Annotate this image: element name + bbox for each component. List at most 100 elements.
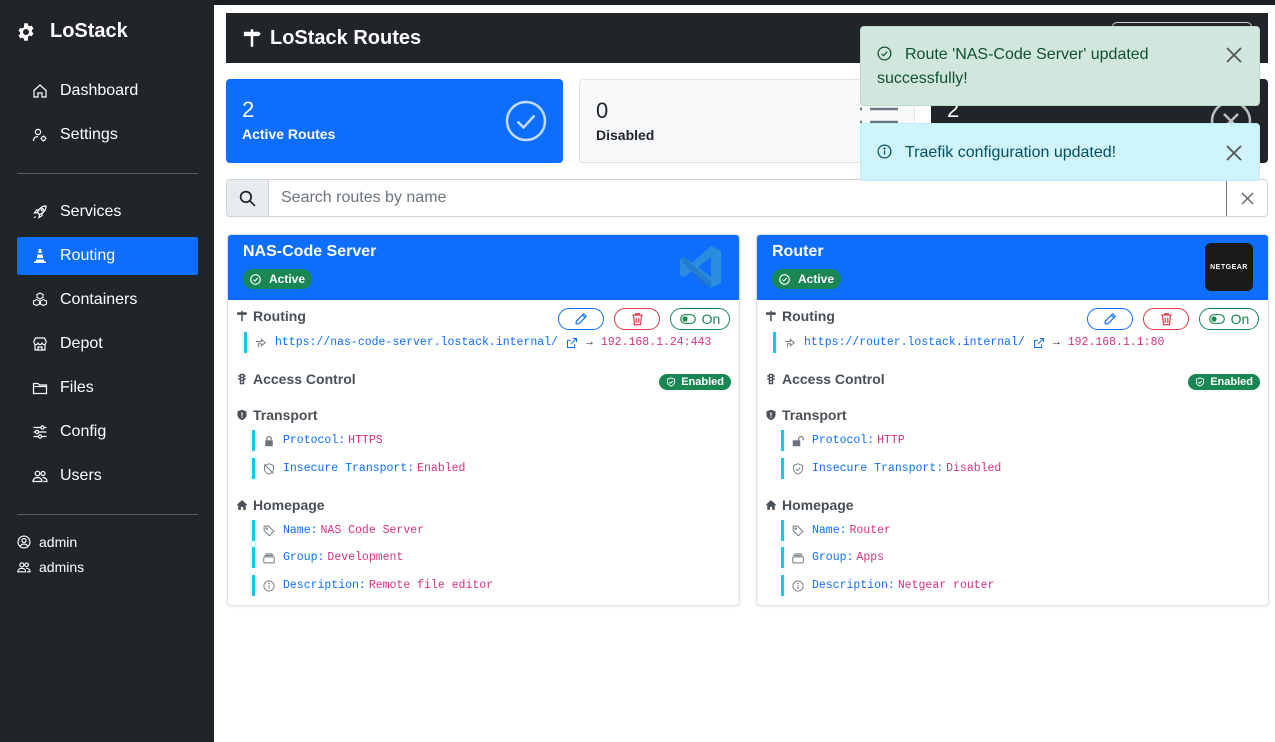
toggle-on-icon — [1208, 314, 1225, 324]
check-circle-icon — [877, 46, 892, 61]
current-user[interactable]: admin — [17, 534, 77, 550]
shield-check-icon — [1196, 377, 1205, 387]
toast-message: Traefik configuration updated! — [905, 144, 1117, 161]
signpost-icon — [766, 310, 777, 322]
users-icon — [17, 562, 31, 573]
signpost-icon — [243, 29, 261, 47]
sidebar-item-label: Routing — [60, 247, 116, 264]
page-title: LoStack Routes — [270, 26, 422, 49]
delete-route-button[interactable] — [614, 308, 660, 330]
app-name: LoStack — [50, 20, 128, 42]
stat-label: Disabled — [596, 127, 655, 143]
route-url[interactable]: https://router.lostack.internal/ — [804, 336, 1025, 349]
transport-insecure: Insecure Transport: Disabled — [781, 458, 1001, 479]
signpost-icon — [237, 310, 248, 322]
sidebar-item-settings[interactable]: Settings — [17, 116, 198, 154]
clear-search-button[interactable] — [1226, 180, 1267, 216]
trash-icon — [1160, 313, 1172, 326]
sidebar-item-label: Users — [60, 467, 102, 484]
close-icon — [1240, 191, 1254, 205]
info-circle-icon — [792, 579, 804, 592]
stat-count: 0 — [596, 98, 609, 123]
access-control-badge: Enabled — [659, 374, 731, 390]
route-card-header: Router Active NETGEAR — [757, 235, 1268, 300]
home-icon — [33, 84, 47, 98]
sidebar-item-depot[interactable]: Depot — [17, 325, 198, 363]
traffic-light-icon — [238, 373, 246, 385]
brand[interactable]: LoStack — [16, 20, 128, 43]
external-link-icon[interactable] — [1033, 337, 1045, 349]
protocol-value: HTTP — [877, 434, 905, 447]
house-icon — [236, 500, 248, 510]
traffic-light-icon — [767, 373, 775, 385]
transport-section-title: Transport — [765, 407, 847, 423]
sidebar-item-label: Dashboard — [60, 82, 139, 99]
check-circle-icon — [779, 273, 790, 285]
gear-icon — [18, 22, 34, 41]
shield-slash-icon — [264, 462, 274, 475]
search-icon — [227, 180, 269, 216]
info-circle-icon — [263, 579, 275, 592]
edit-route-button[interactable] — [1087, 308, 1133, 330]
homepage-group-value: Apps — [856, 551, 885, 564]
shield-check-icon — [667, 377, 676, 387]
close-icon[interactable] — [1225, 46, 1243, 64]
collection-icon — [263, 552, 275, 563]
sign-turn-right-icon — [785, 337, 795, 347]
current-group[interactable]: admins — [17, 559, 84, 575]
trash-icon — [631, 313, 643, 326]
sidebar-item-users[interactable]: Users — [17, 457, 198, 495]
toast-info: Traefik configuration updated! — [860, 123, 1260, 181]
routing-section-title: Routing — [765, 308, 835, 324]
homepage-description: Description: Netgear router — [781, 575, 994, 596]
pencil-icon — [1104, 312, 1117, 325]
homepage-name: Name: NAS Code Server — [252, 520, 424, 541]
vscode-logo — [680, 246, 721, 288]
route-card-header: NAS-Code Server Active — [228, 235, 739, 300]
search-input[interactable] — [269, 180, 1226, 216]
delete-route-button[interactable] — [1143, 308, 1189, 330]
sidebar-item-files[interactable]: Files — [17, 369, 198, 407]
sidebar-item-label: Settings — [60, 126, 118, 143]
sidebar-item-config[interactable]: Config — [17, 413, 198, 451]
boxes-icon — [32, 292, 48, 307]
sidebar-item-label: Services — [60, 203, 122, 220]
transport-section-title: Transport — [236, 407, 318, 423]
homepage-name-value: NAS Code Server — [320, 524, 425, 537]
route-toggle-button[interactable]: On — [670, 308, 730, 330]
homepage-group-value: Development — [327, 551, 404, 564]
close-icon[interactable] — [1225, 144, 1243, 162]
username: admin — [39, 534, 78, 550]
stat-label: Active Routes — [242, 126, 336, 142]
toast-message-wrap: Route 'NAS-Code Server' updated successf… — [877, 43, 1207, 91]
sidebar-divider — [17, 173, 198, 174]
tag-icon — [792, 525, 804, 537]
route-toggle-button[interactable]: On — [1199, 308, 1259, 330]
route-card: Router Active NETGEAR Routing On https:/… — [756, 234, 1269, 606]
homepage-name: Name: Router — [781, 520, 891, 541]
sidebar-item-containers[interactable]: Containers — [17, 281, 198, 319]
search-bar — [226, 179, 1268, 217]
sidebar-item-dashboard[interactable]: Dashboard — [17, 72, 198, 110]
sliders-icon — [33, 425, 47, 439]
sidebar-item-label: Config — [60, 423, 107, 440]
rocket-icon — [33, 205, 47, 219]
sign-turn-right-icon — [256, 337, 266, 347]
edit-route-button[interactable] — [558, 308, 604, 330]
sidebar-item-services[interactable]: Services — [17, 193, 198, 231]
info-circle-icon — [877, 144, 892, 159]
transport-insecure: Insecure Transport: Enabled — [252, 458, 465, 479]
user-circle-icon — [17, 535, 31, 549]
insecure-value: Disabled — [946, 462, 1002, 475]
user-gear-icon — [32, 128, 47, 142]
status-badge: Active — [772, 269, 842, 289]
external-link-icon[interactable] — [566, 337, 578, 349]
insecure-value: Enabled — [417, 462, 466, 475]
route-title: NAS-Code Server — [243, 243, 377, 260]
sidebar-item-routing[interactable]: Routing — [17, 237, 198, 275]
transport-protocol: Protocol: HTTPS — [252, 430, 383, 451]
toast-success: Route 'NAS-Code Server' updated successf… — [860, 26, 1260, 106]
routing-section-title: Routing — [236, 308, 306, 324]
route-target: 192.168.1.1:80 — [1067, 336, 1165, 349]
route-url[interactable]: https://nas-code-server.lostack.internal… — [275, 336, 558, 349]
